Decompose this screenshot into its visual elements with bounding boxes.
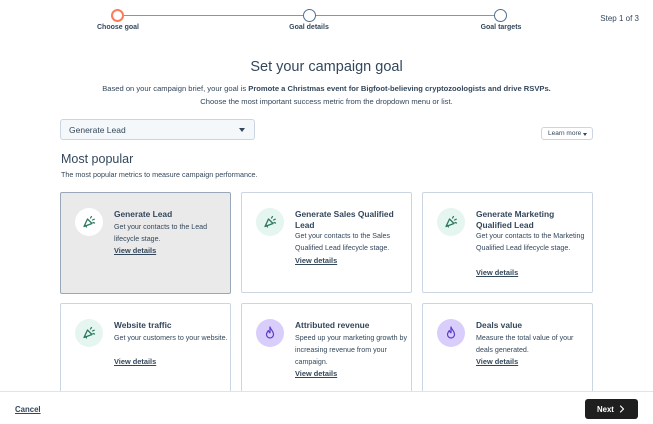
card-description: Get your contacts to the Sales Qualified…: [295, 232, 391, 252]
view-details-link[interactable]: View details: [114, 357, 156, 366]
brief-prefix: Based on your campaign brief, your goal …: [102, 84, 249, 93]
card-icon-circle: [75, 208, 103, 236]
caret-down-icon: [239, 128, 245, 132]
card-title: Website traffic: [114, 320, 172, 330]
page-title: Set your campaign goal: [250, 59, 403, 75]
dropdown-selected-value: Generate Lead: [69, 125, 126, 135]
next-button[interactable]: Next: [585, 399, 638, 419]
card-title: Deals value: [476, 320, 523, 330]
goal-card-website-traffic[interactable]: Website traffic Get your customers to yo…: [60, 303, 231, 403]
chevron-right-icon: [619, 405, 625, 413]
card-icon-circle: [437, 319, 465, 347]
card-description: Measure the total value of your deals ge…: [476, 334, 574, 354]
view-details-link[interactable]: View details: [295, 369, 337, 378]
footer-bar: Cancel Next: [0, 391, 653, 424]
step-count: Step 1 of 3: [600, 14, 639, 23]
card-description: Get your contacts to the Lead lifecycle …: [114, 223, 208, 243]
step-indicator-goal-details: [303, 9, 316, 22]
goal-card-attributed-revenue[interactable]: Attributed revenue Speed up your marketi…: [241, 303, 412, 403]
view-details-link[interactable]: View details: [295, 256, 337, 265]
step-label-choose-goal: Choose goal: [96, 24, 140, 31]
megaphone-icon: [83, 215, 96, 228]
card-title: Generate Sales Qualified Lead: [295, 209, 394, 230]
view-details-link[interactable]: View details: [476, 268, 518, 277]
cancel-button[interactable]: Cancel: [15, 405, 41, 414]
card-description: Speed up your marketing growth by increa…: [295, 334, 407, 366]
card-description: Get your customers to your website.: [114, 334, 228, 342]
card-description: Get your contacts to the Marketing Quali…: [476, 232, 585, 252]
step-indicator-goal-targets: [494, 9, 507, 22]
card-icon-circle: [75, 319, 103, 347]
campaign-brief: Based on your campaign brief, your goal …: [0, 84, 653, 93]
stepper-line: [315, 15, 495, 16]
section-subtitle: The most popular metrics to measure camp…: [61, 170, 258, 179]
next-button-label: Next: [597, 405, 614, 414]
goal-card-generate-mql[interactable]: Generate Marketing Qualified Lead Get yo…: [422, 192, 593, 293]
goal-card-generate-sql[interactable]: Generate Sales Qualified Lead Get your c…: [241, 192, 412, 293]
view-details-link[interactable]: View details: [114, 246, 156, 255]
view-details-link[interactable]: View details: [476, 357, 518, 366]
megaphone-icon: [83, 326, 96, 339]
flame-icon: [265, 326, 275, 339]
card-title: Generate Lead: [114, 209, 173, 219]
step-label-goal-targets: Goal targets: [480, 24, 522, 31]
brief-instructions: Choose the most important success metric…: [200, 97, 453, 106]
brief-goal: Promote a Christmas event for Bigfoot-be…: [248, 84, 551, 93]
stepper-line: [124, 15, 303, 16]
step-indicator-choose-goal: [111, 9, 124, 22]
learn-more-label: Learn more: [548, 130, 582, 137]
goal-metric-dropdown[interactable]: Generate Lead: [60, 119, 255, 140]
card-title: Generate Marketing Qualified Lead: [476, 209, 555, 230]
card-icon-circle: [256, 319, 284, 347]
card-title: Attributed revenue: [295, 320, 370, 330]
goal-card-generate-lead[interactable]: Generate Lead Get your contacts to the L…: [60, 192, 231, 294]
caret-down-icon: [583, 132, 587, 136]
card-icon-circle: [256, 208, 284, 236]
flame-icon: [446, 326, 456, 339]
goal-card-deals-value[interactable]: Deals value Measure the total value of y…: [422, 303, 593, 403]
step-label-goal-details: Goal details: [289, 24, 329, 31]
section-title: Most popular: [61, 152, 134, 166]
megaphone-icon: [264, 215, 277, 228]
progress-stepper: Choose goal Goal details Goal targets St…: [0, 0, 653, 40]
learn-more-button[interactable]: Learn more: [541, 127, 593, 140]
card-icon-circle: [437, 208, 465, 236]
megaphone-icon: [445, 215, 458, 228]
